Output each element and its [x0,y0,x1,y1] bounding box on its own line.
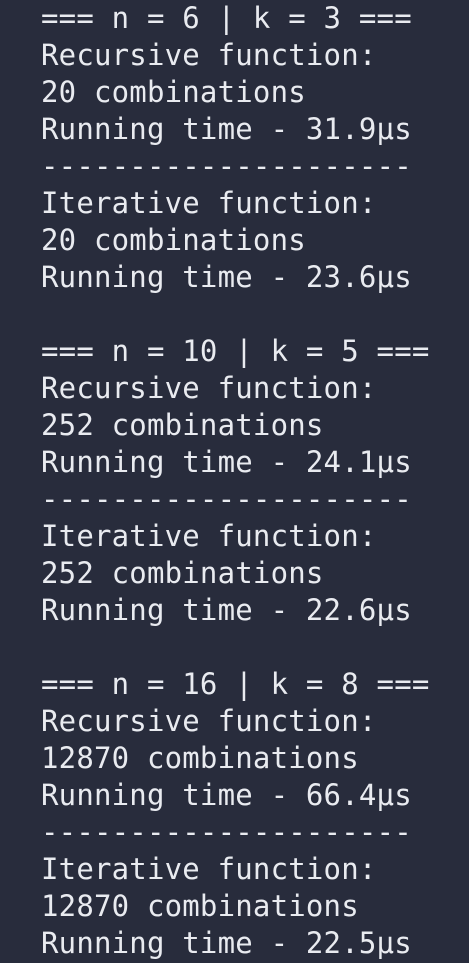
block-header: === n = 16 | k = 8 === [41,667,430,701]
result-block-n6-k3: === n = 6 | k = 3 === Recursive function… [41,0,430,296]
iterative-count: 252 combinations [41,556,324,590]
iterative-count: 12870 combinations [41,889,359,923]
iterative-time: Running time - 23.6μs [41,260,412,294]
block-header: === n = 6 | k = 3 === [41,1,412,35]
separator-line: --------------------- [41,149,412,183]
terminal-output: === n = 6 | k = 3 === Recursive function… [0,0,469,963]
recursive-count: 20 combinations [41,75,306,109]
iterative-label: Iterative function: [41,852,377,886]
recursive-count: 252 combinations [41,408,324,442]
recursive-time: Running time - 31.9μs [41,112,412,146]
iterative-count: 20 combinations [41,223,306,257]
result-block-n10-k5: === n = 10 | k = 5 === Recursive functio… [41,333,430,629]
result-block-n16-k8: === n = 16 | k = 8 === Recursive functio… [41,666,430,962]
iterative-time: Running time - 22.5μs [41,926,412,960]
recursive-count: 12870 combinations [41,741,359,775]
iterative-time: Running time - 22.6μs [41,593,412,627]
block-header: === n = 10 | k = 5 === [41,334,430,368]
recursive-label: Recursive function: [41,371,377,405]
recursive-time: Running time - 66.4μs [41,778,412,812]
output-lines: === n = 6 | k = 3 === Recursive function… [41,0,430,962]
separator-line: --------------------- [41,815,412,849]
separator-line: --------------------- [41,482,412,516]
recursive-time: Running time - 24.1μs [41,445,412,479]
iterative-label: Iterative function: [41,519,377,553]
recursive-label: Recursive function: [41,704,377,738]
iterative-label: Iterative function: [41,186,377,220]
recursive-label: Recursive function: [41,38,377,72]
